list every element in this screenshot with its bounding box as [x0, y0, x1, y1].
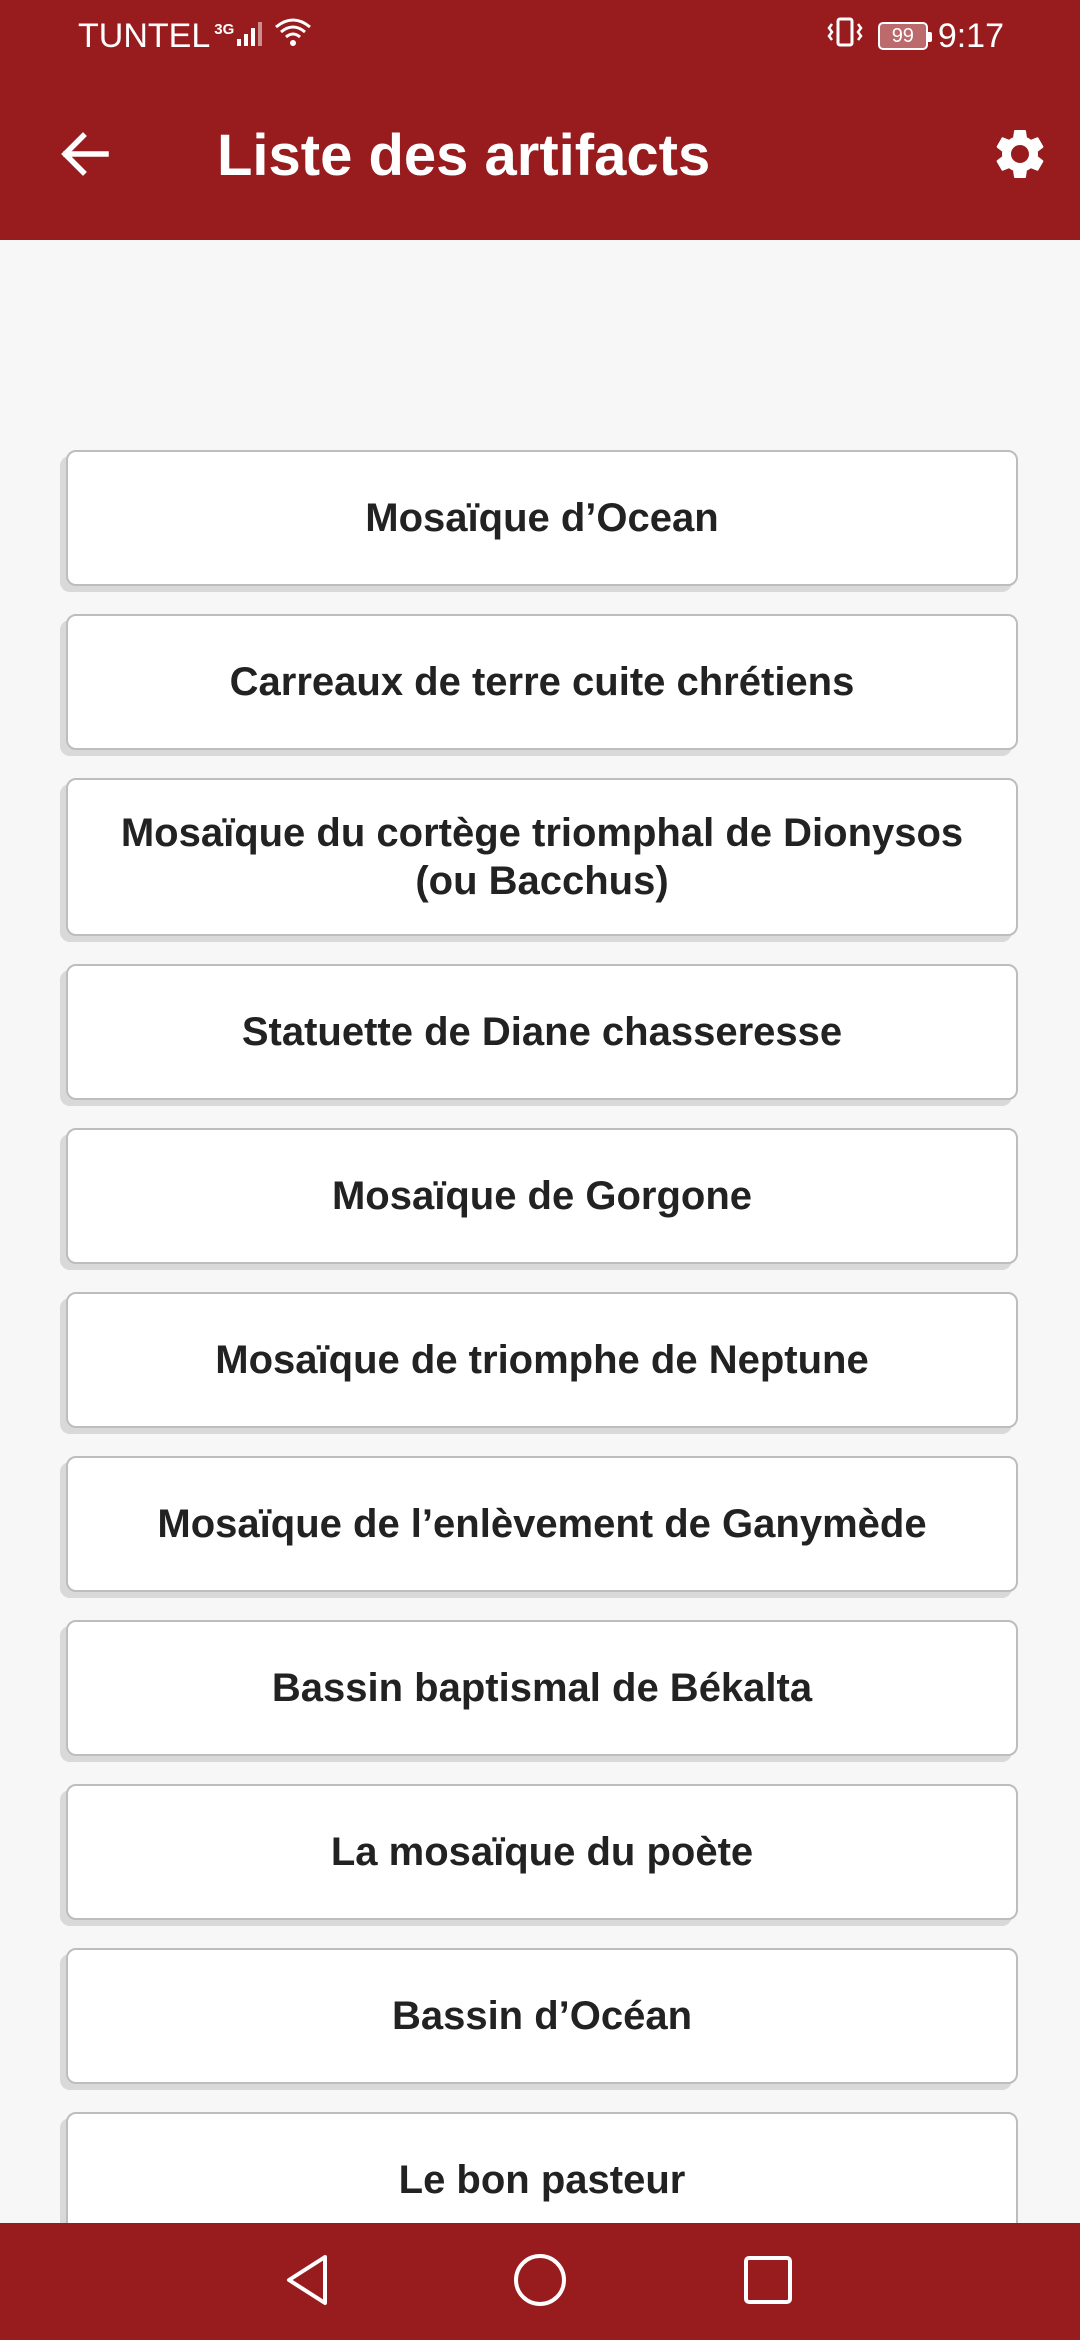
artifact-label: Mosaïque du cortège triomphal de Dionyso… — [120, 811, 964, 903]
artifact-label: Mosaïque de l’enlèvement de Ganymède — [157, 1502, 927, 1546]
battery-icon: 99 — [877, 22, 932, 50]
navigation-bar — [0, 2223, 1080, 2340]
artifact-button[interactable]: Bassin d’Océan — [66, 1948, 1018, 2084]
status-bar: TUNTEL 3G 99 9:17 — [0, 0, 1080, 72]
artifact-button[interactable]: Mosaïque de Gorgone — [66, 1128, 1018, 1264]
content-area[interactable]: Mosaïque d’Ocean Carreaux de terre cuite… — [0, 240, 1080, 2223]
artifact-button[interactable]: La mosaïque du poète — [66, 1784, 1018, 1920]
circle-home-icon — [512, 2252, 568, 2313]
back-button[interactable] — [44, 116, 124, 196]
status-left: TUNTEL 3G — [78, 16, 312, 56]
square-recents-icon — [742, 2254, 794, 2311]
vibrate-icon — [826, 16, 864, 57]
artifact-button[interactable]: Mosaïque de triomphe de Neptune — [66, 1292, 1018, 1428]
signal-icon — [236, 17, 264, 56]
network-type: 3G — [214, 20, 235, 38]
nav-home-button[interactable] — [505, 2247, 575, 2317]
artifact-label: Mosaïque de triomphe de Neptune — [215, 1338, 869, 1382]
app-bar: Liste des artifacts — [0, 72, 1080, 240]
artifact-button[interactable]: Le bon pasteur — [66, 2112, 1018, 2223]
artifact-button[interactable]: Mosaïque de l’enlèvement de Ganymède — [66, 1456, 1018, 1592]
artifact-button[interactable]: Carreaux de terre cuite chrétiens — [66, 614, 1018, 750]
battery-level: 99 — [891, 24, 914, 47]
triangle-back-icon — [283, 2252, 333, 2313]
artifact-label: Statuette de Diane chasseresse — [241, 1010, 843, 1054]
artifact-list: Mosaïque d’Ocean Carreaux de terre cuite… — [66, 450, 1020, 2223]
page-title: Liste des artifacts — [217, 123, 711, 188]
artifact-button[interactable]: Mosaïque du cortège triomphal de Dionyso… — [66, 778, 1018, 936]
settings-button[interactable] — [980, 116, 1060, 196]
nav-back-button[interactable] — [273, 2247, 343, 2317]
artifact-button[interactable]: Statuette de Diane chasseresse — [66, 964, 1018, 1100]
status-right: 99 9:17 — [826, 14, 1004, 58]
artifact-button[interactable]: Mosaïque d’Ocean — [66, 450, 1018, 586]
artifact-label: Le bon pasteur — [398, 2158, 686, 2202]
clock: 9:17 — [937, 16, 1004, 55]
carrier-name: TUNTEL — [78, 16, 211, 55]
artifact-button[interactable]: Bassin baptismal de Békalta — [66, 1620, 1018, 1756]
artifact-label: Mosaïque d’Ocean — [365, 496, 719, 540]
artifact-label: Bassin baptismal de Békalta — [271, 1666, 813, 1710]
artifact-label: Carreaux de terre cuite chrétiens — [229, 660, 855, 704]
wifi-icon — [274, 17, 312, 56]
nav-recents-button[interactable] — [733, 2247, 803, 2317]
artifact-label: Bassin d’Océan — [391, 1994, 693, 2038]
arrow-back-icon — [58, 128, 110, 185]
artifact-label: La mosaïque du poète — [330, 1830, 754, 1874]
artifact-label: Mosaïque de Gorgone — [331, 1174, 753, 1218]
gear-icon — [990, 124, 1050, 189]
